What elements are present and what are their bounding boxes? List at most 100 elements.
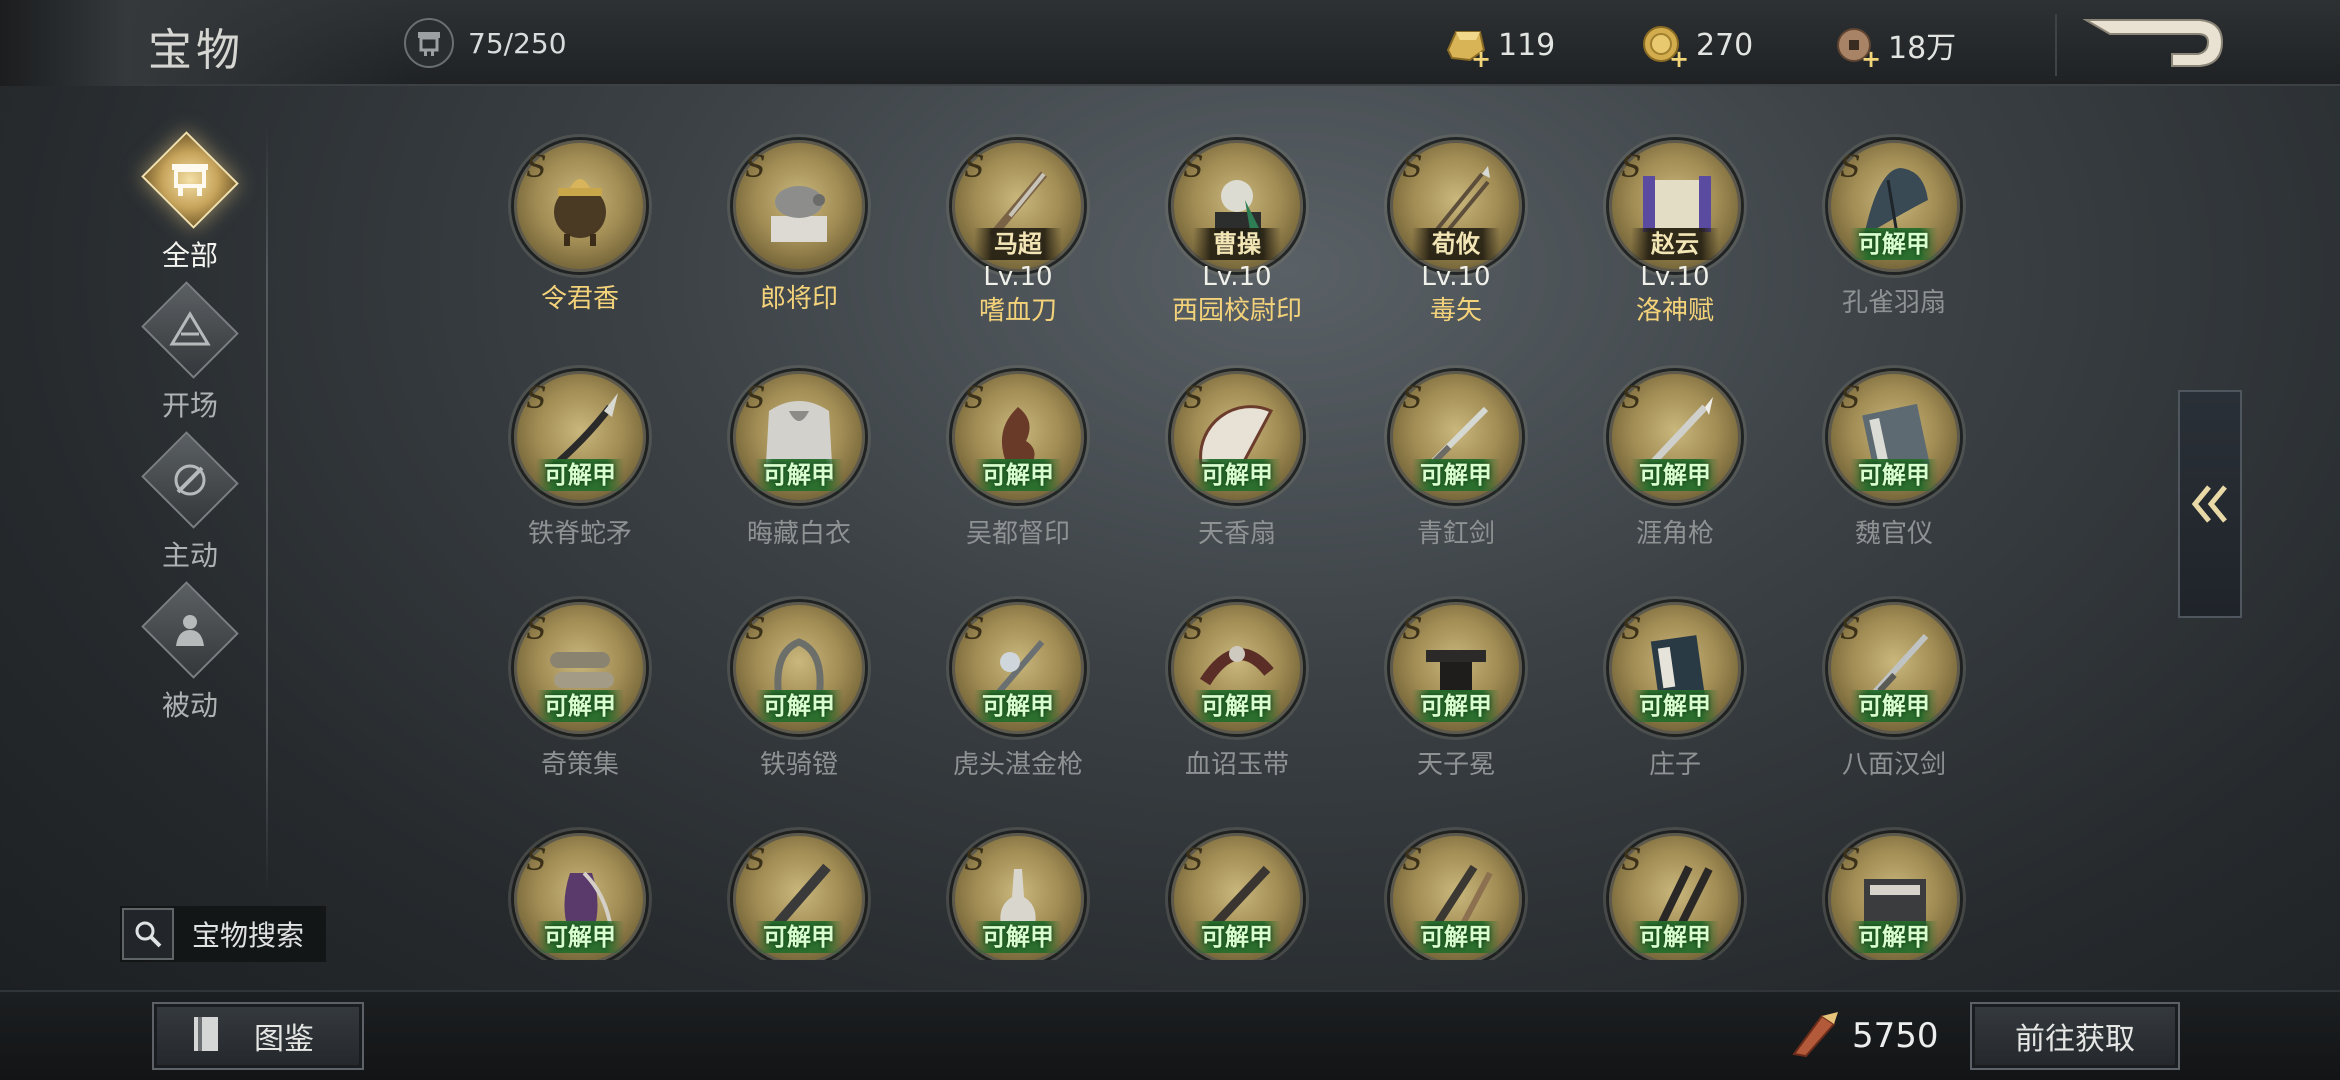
currency-gold-ingot[interactable]: + 119 — [1440, 20, 1555, 71]
unlockable-tag: 可解甲 — [1412, 459, 1500, 491]
grade-badge: S — [1402, 150, 1423, 185]
treasure-name: 青釭剑 — [1416, 519, 1495, 549]
grade-badge: S — [1183, 150, 1204, 185]
treasure-item[interactable]: S 可解甲 铁骑镫 — [699, 592, 899, 812]
treasure-item[interactable]: S 可解甲 天子冕 — [1356, 592, 1556, 812]
unlockable-tag: 可解甲 — [1412, 921, 1500, 953]
treasure-name: 魏官仪 — [1854, 519, 1933, 549]
go-obtain-button[interactable]: 前往获取 — [1970, 1002, 2180, 1070]
collapse-panel-button[interactable] — [2178, 390, 2242, 618]
treasure-item[interactable]: S 可解甲 — [1137, 823, 1337, 960]
all-treasures-icon — [141, 131, 239, 229]
unlockable-tag: 可解甲 — [974, 690, 1062, 722]
treasure-item[interactable]: S 可解甲 — [918, 823, 1118, 960]
shard-value: 5750 — [1852, 1016, 1939, 1056]
grade-badge: S — [1840, 843, 1861, 878]
treasure-item[interactable]: S 赵云 Lv.10 洛神赋 — [1575, 130, 1775, 350]
equipped-hero-tag: 曹操 — [1193, 228, 1281, 260]
treasure-name: 洛神赋 — [1635, 296, 1714, 326]
unlockable-tag: 可解甲 — [1631, 921, 1719, 953]
gold-ingot-icon: + — [1440, 20, 1491, 71]
treasure-item[interactable]: S 可解甲 晦藏白衣 — [699, 361, 899, 581]
capacity-counter: 75/250 — [404, 18, 604, 68]
grade-badge: S — [1621, 843, 1642, 878]
treasure-item[interactable]: S 荀攸 Lv.10 毒矢 — [1356, 130, 1556, 350]
treasure-item[interactable]: S 可解甲 天香扇 — [1137, 361, 1337, 581]
treasure-item[interactable]: S 可解甲 — [1794, 823, 1994, 960]
treasure-item[interactable]: S 可解甲 涯角枪 — [1575, 361, 1775, 581]
treasure-item[interactable]: S 可解甲 铁脊蛇矛 — [480, 361, 680, 581]
currency-gold-coin[interactable]: + 270 — [1638, 20, 1754, 71]
back-button[interactable] — [2080, 12, 2230, 74]
grade-badge: S — [526, 612, 547, 647]
unlockable-tag: 可解甲 — [974, 459, 1062, 491]
treasure-capacity-icon — [404, 18, 454, 68]
treasure-name: 八面汉剑 — [1841, 750, 1946, 780]
treasure-name: 血诏玉带 — [1184, 750, 1289, 780]
treasure-name: 令君香 — [540, 284, 619, 314]
treasure-item[interactable]: S 马超 Lv.10 嗜血刀 — [918, 130, 1118, 350]
unlockable-tag: 可解甲 — [755, 921, 843, 953]
treasure-name: 涯角枪 — [1635, 519, 1714, 549]
codex-label: 图鉴 — [254, 1022, 314, 1057]
treasure-item[interactable]: S 可解甲青釭剑 — [1356, 361, 1556, 581]
treasure-name: 铁骑镫 — [759, 750, 838, 780]
grade-badge: S — [526, 381, 547, 416]
treasure-item[interactable]: S 曹操 Lv.10 西园校尉印 — [1137, 130, 1337, 350]
unlockable-tag: 可解甲 — [1631, 459, 1719, 491]
unlockable-tag: 可解甲 — [1850, 228, 1938, 260]
treasure-item[interactable]: S 可解甲 — [1356, 823, 1556, 960]
treasure-name: 天子冕 — [1416, 750, 1495, 780]
treasure-item[interactable]: S 可解甲魏官仪 — [1794, 361, 1994, 581]
treasure-item[interactable]: S 可解甲 — [1575, 823, 1775, 960]
grade-badge: S — [1183, 843, 1204, 878]
currency-copper-coin[interactable]: + 18万 — [1830, 20, 1957, 71]
page-title: 宝物 — [148, 25, 244, 76]
unlockable-tag: 可解甲 — [1193, 690, 1281, 722]
treasure-item[interactable]: S 可解甲八面汉剑 — [1794, 592, 1994, 812]
treasure-item[interactable]: S 可解甲 吴都督印 — [918, 361, 1118, 581]
treasure-item[interactable]: S 可解甲虎头湛金枪 — [918, 592, 1118, 812]
grade-badge: S — [1402, 612, 1423, 647]
treasure-item[interactable]: S 可解甲 奇策集 — [480, 592, 680, 812]
unlockable-tag: 可解甲 — [536, 921, 624, 953]
copper-coin-icon: + — [1830, 20, 1881, 71]
category-passive[interactable]: 被动 — [130, 581, 250, 724]
treasure-item[interactable]: S 可解甲 血诏玉带 — [1137, 592, 1337, 812]
unlockable-tag: 可解甲 — [1850, 459, 1938, 491]
treasure-search-button[interactable]: 宝物搜索 — [120, 906, 326, 962]
grade-badge: S — [1840, 612, 1861, 647]
treasure-item[interactable]: S 郎将印 — [699, 130, 899, 350]
search-label: 宝物搜索 — [192, 919, 305, 952]
grade-badge: S — [1402, 381, 1423, 416]
grade-badge: S — [745, 843, 766, 878]
unlockable-tag: 可解甲 — [755, 690, 843, 722]
treasure-item[interactable]: S 可解甲 — [480, 823, 680, 960]
treasure-name: 虎头湛金枪 — [952, 750, 1083, 780]
unlockable-tag: 可解甲 — [1631, 690, 1719, 722]
grade-badge: S — [1621, 612, 1642, 647]
category-active[interactable]: 主动 — [130, 431, 250, 574]
currency-value: 18万 — [1888, 31, 1957, 66]
grade-badge: S — [1183, 381, 1204, 416]
unlockable-tag: 可解甲 — [1193, 459, 1281, 491]
passive-skill-icon — [141, 581, 239, 679]
treasure-name: 孔雀羽扇 — [1841, 288, 1946, 318]
treasure-item[interactable]: S 可解甲 孔雀羽扇 — [1794, 130, 1994, 350]
treasure-item[interactable]: S 可解甲 庄子 — [1575, 592, 1775, 812]
treasure-item[interactable]: S 可解甲 — [699, 823, 899, 960]
codex-button[interactable]: 图鉴 — [152, 1002, 364, 1070]
header-divider — [2055, 14, 2057, 76]
grade-badge: S — [745, 150, 766, 185]
category-opening[interactable]: 开场 — [130, 281, 250, 424]
unlockable-tag: 可解甲 — [1850, 690, 1938, 722]
grade-badge: S — [964, 612, 985, 647]
currency-value: 270 — [1696, 27, 1754, 63]
top-bar: 宝物 75/250 + 119 + 270 + 18万 — [0, 0, 2340, 86]
grade-badge: S — [1840, 381, 1861, 416]
grade-badge: S — [964, 150, 985, 185]
category-all[interactable]: 全部 — [130, 131, 250, 274]
treasure-shard-icon — [1786, 1006, 1842, 1066]
active-skill-icon — [141, 431, 239, 529]
treasure-item[interactable]: S 令君香 — [480, 130, 680, 350]
